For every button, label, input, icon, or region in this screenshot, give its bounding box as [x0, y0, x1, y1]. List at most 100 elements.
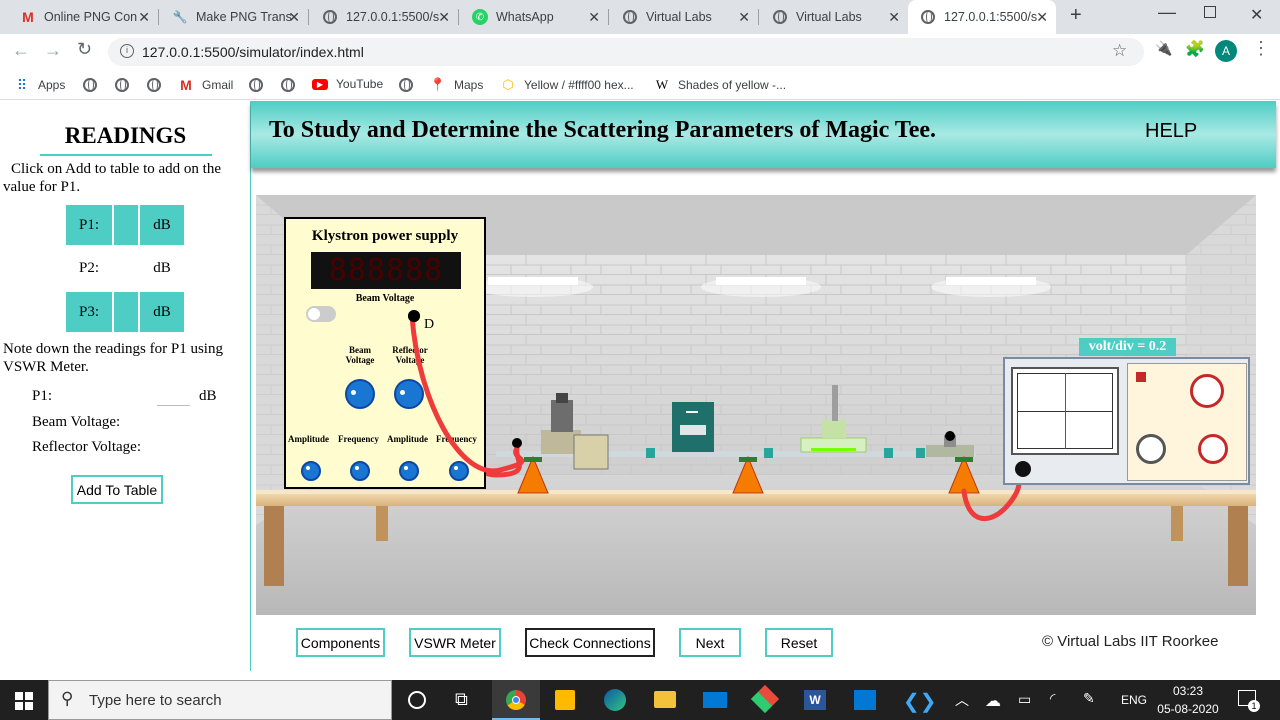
photos-icon[interactable]: [854, 690, 876, 710]
tab-label: Virtual Labs: [646, 10, 712, 24]
power-toggle[interactable]: [306, 306, 336, 322]
vswr-meter-button[interactable]: VSWR Meter: [409, 628, 501, 657]
info-icon[interactable]: i: [120, 44, 134, 58]
new-tab-icon[interactable]: +: [1070, 4, 1082, 27]
pen-icon[interactable]: ✎: [1083, 690, 1095, 707]
browser-tab-6[interactable]: Virtual Labs ✕: [760, 0, 908, 34]
check-connections-button[interactable]: Check Connections: [525, 628, 655, 657]
beam-voltage-label: Beam Voltage:: [32, 414, 121, 430]
vscode-icon[interactable]: ❮❯: [903, 689, 937, 714]
components-button[interactable]: Components: [296, 628, 385, 657]
close-icon[interactable]: ✕: [1036, 9, 1048, 26]
mail-icon[interactable]: [703, 692, 727, 708]
close-icon[interactable]: ✕: [738, 9, 750, 26]
browser-tab-5[interactable]: Virtual Labs ✕: [610, 0, 758, 34]
tab-label: Make PNG Trans: [196, 10, 292, 24]
close-icon[interactable]: ✕: [288, 9, 300, 26]
chevron-up-icon[interactable]: ︿: [955, 690, 969, 710]
edge-icon[interactable]: [604, 689, 626, 711]
table-unit-p3: dB: [140, 292, 184, 332]
windows-start-icon[interactable]: [15, 692, 33, 710]
taskbar-search[interactable]: ⚲ Type here to search: [48, 680, 392, 720]
onedrive-icon[interactable]: ☁: [985, 691, 1001, 711]
bookmark-globe[interactable]: [82, 77, 106, 93]
add-to-table-button[interactable]: Add To Table: [71, 475, 163, 504]
bookmark-youtube[interactable]: ▶ YouTube: [312, 77, 383, 91]
reset-button[interactable]: Reset: [765, 628, 833, 657]
bookmark-globe[interactable]: [146, 77, 170, 93]
app-icon[interactable]: [750, 684, 780, 714]
p1-input[interactable]: [157, 390, 190, 406]
close-icon[interactable]: ✕: [138, 9, 150, 26]
close-icon[interactable]: ✕: [588, 9, 600, 26]
bookmark-gmail[interactable]: M Gmail: [178, 77, 233, 93]
maps-icon: 📍: [429, 77, 447, 92]
task-view-icon[interactable]: ⧉: [455, 689, 468, 710]
bookmark-yellow[interactable]: ⬡ Yellow / #ffff00 hex...: [500, 77, 633, 93]
language-indicator[interactable]: ENG: [1121, 693, 1147, 707]
amplitude-knob-1[interactable]: [301, 461, 321, 481]
bookmark-maps[interactable]: 📍 Maps: [430, 77, 483, 93]
table-unit-p2: dB: [153, 259, 171, 276]
chrome-taskbar-button[interactable]: [492, 680, 540, 720]
whatsapp-icon: ✆: [472, 9, 488, 25]
frequency-knob-1[interactable]: [350, 461, 370, 481]
beam-voltage-knob[interactable]: [345, 379, 375, 409]
bookmark-globe[interactable]: [248, 77, 272, 93]
browser-tab-1[interactable]: M Online PNG Con ✕: [8, 0, 158, 34]
tab-label: WhatsApp: [496, 10, 554, 24]
address-bar[interactable]: i 127.0.0.1:5500/simulator/index.html ☆: [108, 38, 1144, 66]
forward-icon[interactable]: →: [44, 40, 62, 61]
menu-icon[interactable]: ⋮: [1252, 38, 1270, 59]
oscilloscope[interactable]: [1003, 357, 1250, 485]
table-unit-p1: dB: [140, 205, 184, 245]
back-icon[interactable]: ←: [12, 40, 30, 61]
bookmarks-bar: ⠿ Apps M Gmail ▶ YouTube 📍 Maps ⬡ Yellow…: [0, 70, 1280, 100]
clock-time[interactable]: 03:23: [1160, 684, 1216, 698]
table-value-p2: [114, 248, 138, 288]
word-icon[interactable]: W: [804, 690, 826, 710]
oscilloscope-screen: [1011, 367, 1119, 455]
bookmark-apps[interactable]: ⠿ Apps: [14, 77, 66, 93]
battery-icon[interactable]: ▭: [1018, 691, 1031, 708]
globe-icon: [114, 77, 130, 93]
browser-tab-2[interactable]: 🔧 Make PNG Trans ✕: [160, 0, 308, 34]
clock-date[interactable]: 05-08-2020: [1152, 702, 1224, 716]
help-link[interactable]: HELP: [1145, 120, 1197, 143]
beam-voltage-knob-label: Beam Voltage: [345, 345, 375, 365]
bookmark-globe[interactable]: [398, 77, 422, 93]
browser-tab-3[interactable]: 127.0.0.1:5500/s ✕: [310, 0, 458, 34]
restore-icon[interactable]: [1204, 6, 1216, 18]
globe-icon: [322, 9, 338, 25]
close-icon[interactable]: ✕: [438, 9, 450, 26]
file-explorer-icon[interactable]: [654, 691, 676, 708]
puzzle-icon[interactable]: 🧩: [1185, 39, 1205, 59]
store-icon[interactable]: [555, 690, 575, 710]
cortana-icon[interactable]: [408, 691, 426, 709]
next-button[interactable]: Next: [679, 628, 741, 657]
globe-icon: [622, 9, 638, 25]
table-value-p3: [114, 292, 138, 332]
close-window-icon[interactable]: ✕: [1250, 5, 1263, 25]
note-text: Note down the readings for P1 using VSWR…: [3, 341, 223, 375]
bookmark-globe[interactable]: [280, 77, 304, 93]
tab-label: Online PNG Con: [44, 10, 138, 24]
browser-tab-active[interactable]: 127.0.0.1:5500/s ✕: [908, 0, 1056, 34]
bookmark-label: Gmail: [202, 78, 234, 92]
extension-icon[interactable]: 🔌: [1155, 40, 1172, 57]
bookmark-label: Shades of yellow -...: [678, 78, 787, 92]
close-icon[interactable]: ✕: [888, 9, 900, 26]
browser-tab-4[interactable]: ✆ WhatsApp ✕: [460, 0, 608, 34]
reload-icon[interactable]: ↻: [77, 39, 92, 60]
star-icon[interactable]: ☆: [1112, 41, 1127, 61]
globe-icon: [82, 77, 98, 93]
bookmark-shades[interactable]: W Shades of yellow -...: [654, 77, 786, 93]
bookmark-globe[interactable]: [114, 77, 138, 93]
amplitude-label: Amplitude: [288, 434, 330, 444]
avatar[interactable]: A: [1215, 40, 1237, 62]
minimize-icon[interactable]: —: [1158, 2, 1176, 23]
wrench-icon: 🔧: [172, 10, 188, 24]
wifi-icon[interactable]: ◜: [1050, 690, 1055, 707]
hex-icon: ⬡: [502, 77, 514, 92]
oscilloscope-controls[interactable]: [1127, 363, 1247, 481]
